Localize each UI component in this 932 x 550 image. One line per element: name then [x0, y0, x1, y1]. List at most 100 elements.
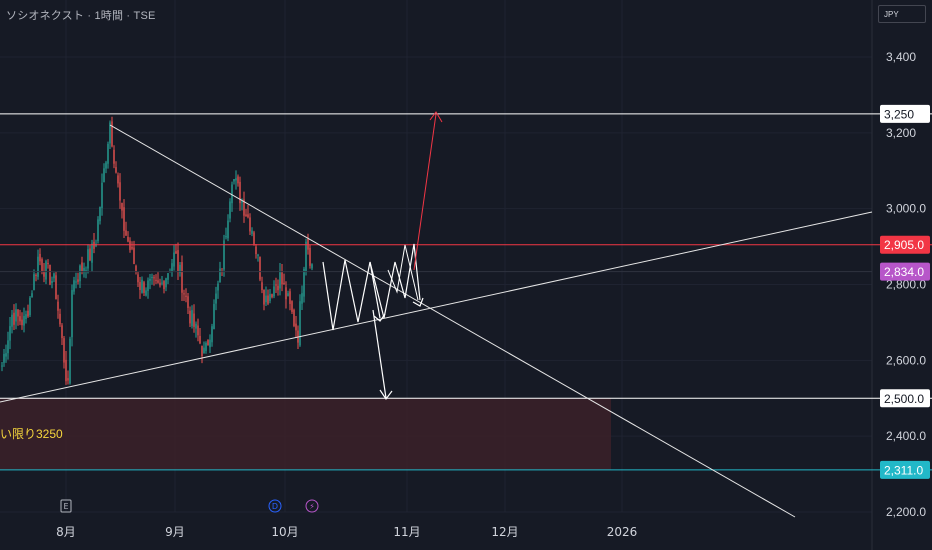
candle-body — [59, 313, 61, 325]
candle-body — [107, 143, 109, 164]
currency-selector[interactable]: JPY — [878, 5, 926, 23]
candle-body — [87, 249, 89, 269]
candle-body — [233, 179, 235, 182]
candle-body — [241, 201, 243, 203]
candle-body — [7, 340, 9, 354]
candle-body — [13, 312, 15, 325]
candle-body — [265, 295, 267, 303]
candle-body — [145, 290, 147, 296]
candle-body — [29, 297, 31, 316]
candle-body — [207, 339, 209, 346]
candle-body — [61, 325, 63, 339]
price-badge-label: 3,250 — [884, 107, 914, 121]
candle-body — [279, 271, 281, 289]
candle-body — [127, 236, 129, 242]
candle-body — [175, 251, 177, 254]
candle-body — [245, 214, 247, 217]
x-tick-label: 2026 — [607, 525, 638, 539]
candle-body — [111, 121, 113, 147]
candle-body — [63, 338, 65, 363]
candle-body — [57, 301, 59, 311]
candle-body — [309, 247, 311, 266]
x-tick-label: 8月 — [56, 525, 76, 539]
candle-body — [135, 265, 137, 272]
candle-body — [19, 316, 21, 322]
candle-body — [281, 272, 283, 285]
candle-body — [129, 240, 131, 250]
candle-body — [117, 175, 119, 184]
candle-body — [227, 220, 229, 239]
candle-body — [205, 342, 207, 351]
y-tick-label: 3,400 — [886, 50, 916, 64]
candle-body — [15, 309, 17, 322]
candle-body — [249, 217, 251, 232]
candle-body — [45, 261, 47, 280]
candle-body — [231, 184, 233, 204]
price-badge-label: 2,834.0 — [884, 265, 924, 279]
candle-body — [195, 323, 197, 329]
candle-body — [131, 246, 133, 249]
candle-body — [3, 354, 5, 363]
candle-body — [65, 359, 67, 382]
annotation-text: い限り3250 — [0, 427, 63, 441]
event-marker-label: D — [272, 502, 278, 511]
candle-body — [105, 162, 107, 169]
candle-body — [211, 326, 213, 343]
candle-body — [143, 282, 145, 293]
candle-body — [55, 275, 57, 300]
candle-body — [21, 319, 23, 326]
candle-body — [1, 365, 3, 367]
candle-body — [51, 280, 53, 283]
candle-body — [137, 274, 139, 283]
projection-zigzag-1 — [322, 259, 381, 331]
candle-body — [85, 270, 87, 272]
candle-body — [73, 280, 75, 292]
candle-body — [295, 323, 297, 331]
candle-body — [217, 283, 219, 291]
y-tick-label: 2,600.0 — [886, 353, 926, 367]
candle-body — [23, 315, 25, 326]
y-tick-label: 3,000.0 — [886, 202, 926, 216]
candle-body — [53, 273, 55, 279]
candle-body — [191, 310, 193, 327]
candle-body — [269, 294, 271, 301]
candle-body — [193, 313, 195, 327]
candle-body — [153, 277, 155, 279]
candle-body — [165, 278, 167, 288]
price-badge-label: 2,311.0 — [884, 463, 923, 477]
event-marker-label: ⚡ — [309, 502, 315, 511]
candle-body — [69, 338, 71, 384]
candle-body — [293, 309, 295, 326]
candle-body — [11, 314, 13, 327]
candle-body — [215, 293, 217, 304]
candle-body — [209, 339, 211, 348]
candle-body — [147, 280, 149, 292]
candle-body — [33, 274, 35, 291]
candle-body — [155, 279, 157, 281]
candle-body — [167, 273, 169, 280]
x-tick-label: 10月 — [271, 525, 298, 539]
candle-body — [27, 310, 29, 317]
y-tick-label: 2,400.0 — [886, 429, 926, 443]
candle-body — [225, 236, 227, 238]
candle-body — [219, 268, 221, 283]
candle-body — [183, 293, 185, 295]
ascending-trendline — [0, 211, 873, 403]
candle-body — [247, 214, 249, 218]
candle-body — [119, 182, 121, 201]
candle-body — [277, 285, 279, 291]
candle-body — [199, 335, 201, 344]
candle-body — [89, 248, 91, 261]
candle-body — [151, 277, 153, 279]
candle-body — [253, 232, 255, 245]
candle-body — [305, 241, 307, 272]
price-chart[interactable]: 3,4003,2003,000.02,800.02,600.02,400.02,… — [0, 0, 932, 550]
event-marker-label: E — [63, 502, 68, 511]
candle-body — [235, 178, 237, 181]
candle-body — [255, 246, 257, 255]
candle-body — [283, 282, 285, 285]
candle-body — [31, 293, 33, 298]
candle-body — [71, 290, 73, 338]
candle-body — [5, 353, 7, 357]
candle-body — [93, 241, 95, 249]
